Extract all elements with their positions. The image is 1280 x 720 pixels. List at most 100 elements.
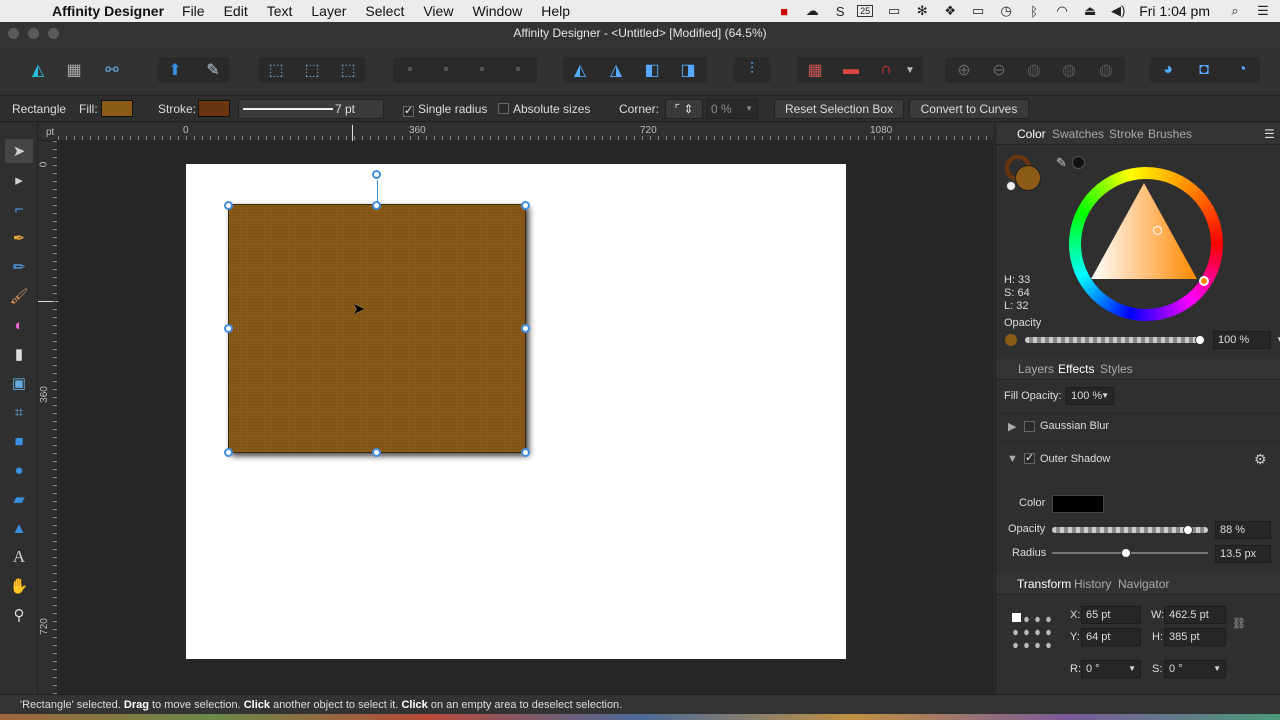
convert-to-curves-button[interactable]: Convert to Curves (909, 99, 1029, 119)
snap-to-grid-icon[interactable]: ▬ (837, 56, 865, 84)
gaussian-blur-checkbox[interactable] (1024, 421, 1035, 432)
selection-handle-top[interactable] (372, 201, 381, 210)
zoom-tool-icon[interactable]: ⚲ (5, 603, 33, 627)
skype-icon[interactable]: S (829, 4, 851, 19)
panel-menu-icon[interactable]: ☰ (1264, 127, 1275, 141)
menu-window[interactable]: Window (472, 3, 522, 19)
pencil-tool-icon[interactable]: ✏ (5, 255, 33, 279)
network-icon[interactable]: ✻ (911, 3, 933, 19)
hue-picker-knob[interactable] (1199, 276, 1209, 286)
menu-layer[interactable]: Layer (311, 3, 346, 19)
vector-brush-tool-icon[interactable]: 🖌 (5, 284, 33, 308)
transparency-tool-icon[interactable]: ▮ (5, 342, 33, 366)
close-window-button[interactable] (8, 28, 19, 39)
shear-field[interactable]: 0 ° ▼ (1164, 660, 1226, 678)
pen-tool-icon[interactable]: ✒ (5, 226, 33, 250)
selection-handle-bottom[interactable] (372, 448, 381, 457)
no-color-icon[interactable] (1006, 181, 1016, 191)
outer-shadow-collapse-icon[interactable]: ▼ (1007, 453, 1018, 465)
rectangle-shape[interactable] (228, 204, 526, 453)
snapping-options-icon[interactable]: ✎ (199, 56, 227, 84)
rotation-field[interactable]: 0 ° ▼ (1081, 660, 1141, 678)
selection-handle-bottom-right[interactable] (521, 448, 530, 457)
transform-mode-icon[interactable]: ⬚ (334, 56, 362, 84)
clock[interactable]: Fri 1:04 pm (1139, 3, 1210, 19)
menu-help[interactable]: Help (541, 3, 570, 19)
tab-styles[interactable]: Styles (1100, 362, 1133, 376)
h-field[interactable]: 385 pt (1164, 628, 1226, 646)
spotlight-icon[interactable]: ⌕ (1224, 3, 1246, 19)
zoom-window-button[interactable] (48, 28, 59, 39)
fill-tool-icon[interactable]: ◐ (5, 313, 33, 337)
tab-transform[interactable]: Transform (1017, 577, 1071, 591)
menu-edit[interactable]: Edit (224, 3, 248, 19)
tab-navigator[interactable]: Navigator (1118, 577, 1169, 591)
eject-icon[interactable]: ⏏ (1079, 3, 1101, 19)
horizontal-ruler[interactable]: pt 0 360 720 1080 (38, 123, 993, 141)
hue-wheel[interactable] (1069, 167, 1223, 321)
tab-history[interactable]: History (1074, 577, 1111, 591)
calendar-icon[interactable]: 25 (857, 5, 874, 17)
fill-opacity-field[interactable]: 100 % ▼ (1066, 387, 1114, 405)
tab-swatches[interactable]: Swatches (1052, 127, 1104, 141)
corner-tool-icon[interactable]: ⌐ (5, 197, 33, 221)
intersect-boolean-icon[interactable]: ◍ (1020, 56, 1048, 84)
w-field[interactable]: 462.5 pt (1164, 606, 1226, 624)
shadow-opacity-field[interactable]: 88 % (1215, 521, 1271, 539)
tab-effects[interactable]: Effects (1058, 362, 1094, 376)
color-picker-icon[interactable]: ✎ (1056, 155, 1067, 171)
vertical-ruler[interactable]: 0 360 720 (38, 141, 58, 694)
corner-type-dropdown[interactable]: ⌜ ⇕ (665, 99, 703, 119)
tab-brushes[interactable]: Brushes (1148, 127, 1192, 141)
single-radius-checkbox[interactable]: ✓ Single radius (403, 102, 487, 117)
flip-vertical-icon[interactable]: ◮ (602, 56, 630, 84)
selection-handle-top-right[interactable] (521, 201, 530, 210)
tab-stroke[interactable]: Stroke (1109, 127, 1144, 141)
outer-shadow-checkbox[interactable]: ✓ (1024, 453, 1035, 464)
xor-boolean-icon[interactable]: ◍ (1055, 56, 1083, 84)
triangle-tool-icon[interactable]: ▲ (5, 516, 33, 540)
insert-top-icon[interactable]: ◘ (1190, 56, 1218, 84)
pixel-persona-icon[interactable]: ▦ (60, 56, 88, 84)
battery-icon[interactable]: ▭ (883, 3, 905, 19)
opacity-slider[interactable] (1025, 337, 1201, 343)
absolute-sizes-check[interactable] (498, 103, 509, 114)
y-field[interactable]: 64 pt (1081, 628, 1141, 646)
video-icon[interactable]: ■ (773, 4, 795, 19)
rectangle-tool-icon[interactable]: ■ (5, 429, 33, 453)
fill-swatch[interactable] (101, 100, 133, 117)
cloud-icon[interactable]: ☁ (801, 3, 823, 19)
menu-text[interactable]: Text (267, 3, 293, 19)
notification-center-icon[interactable]: ☰ (1252, 3, 1274, 19)
sl-picker-knob[interactable] (1153, 226, 1162, 235)
opacity-slider-knob[interactable] (1195, 335, 1205, 345)
canvas[interactable]: ➤ (59, 142, 993, 694)
rotate-left-icon[interactable]: ◧ (638, 56, 666, 84)
designer-persona-icon[interactable]: ◭ (24, 56, 52, 84)
menu-file[interactable]: File (182, 3, 205, 19)
bluetooth-icon[interactable]: ᛒ (1023, 4, 1045, 19)
rotation-handle[interactable] (372, 170, 381, 179)
move-forward-icon[interactable]: ▪ (468, 56, 496, 84)
shadow-radius-field[interactable]: 13.5 px (1215, 545, 1271, 563)
fill-color-well[interactable] (1015, 165, 1041, 191)
text-tool-icon[interactable]: A (5, 545, 33, 569)
ellipse-tool-icon[interactable]: ● (5, 458, 33, 482)
crop-tool-icon[interactable]: ⌗ (5, 400, 33, 424)
subtract-boolean-icon[interactable]: ⊖ (985, 56, 1013, 84)
stroke-width-field[interactable]: 7 pt (238, 99, 384, 119)
tab-layers[interactable]: Layers (1018, 362, 1054, 376)
volume-icon[interactable]: ◀) (1107, 3, 1129, 19)
x-field[interactable]: 65 pt (1081, 606, 1141, 624)
export-persona-icon[interactable]: ⚯ (98, 56, 126, 84)
gaussian-blur-expand-icon[interactable]: ▶ (1008, 420, 1016, 433)
transform-objects-icon[interactable]: ⬚ (298, 56, 326, 84)
stroke-swatch[interactable] (198, 100, 230, 117)
selection-handle-bottom-left[interactable] (224, 448, 233, 457)
selection-handle-top-left[interactable] (224, 201, 233, 210)
lock-aspect-ratio-icon[interactable]: ⛓ (1232, 617, 1246, 630)
tab-color[interactable]: Color (1017, 127, 1046, 141)
wifi-icon[interactable]: ◠ (1051, 3, 1073, 19)
rounded-rectangle-tool-icon[interactable]: ▰ (5, 487, 33, 511)
shadow-radius-knob[interactable] (1121, 548, 1131, 558)
